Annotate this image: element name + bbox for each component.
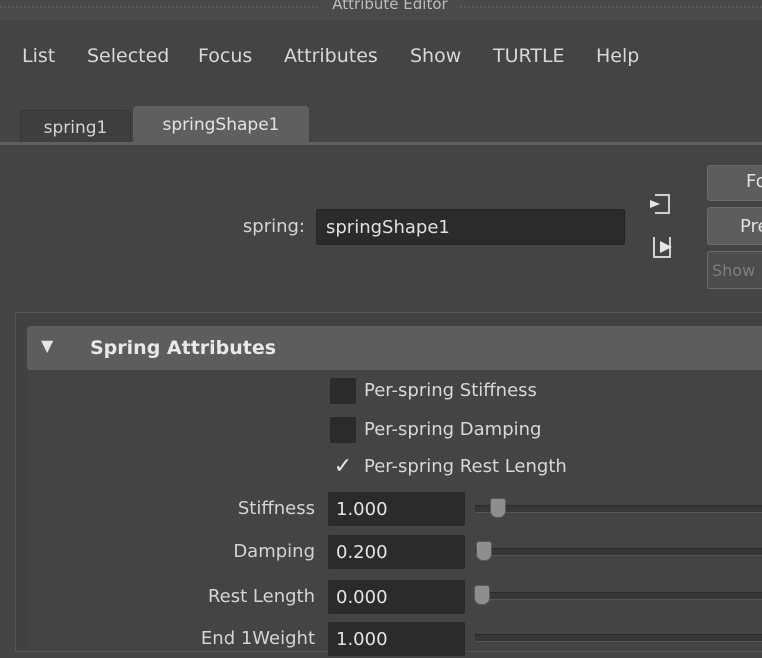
menu-turtle[interactable]: TURTLE (493, 41, 565, 71)
per-spring-damping-checkbox[interactable] (330, 417, 356, 443)
menu-show[interactable]: Show (410, 41, 461, 71)
menu-focus[interactable]: Focus (198, 41, 252, 71)
select-node-icon[interactable] (647, 192, 675, 216)
damping-field[interactable]: 0.200 (328, 535, 465, 569)
rest-length-slider-track[interactable] (475, 592, 762, 600)
damping-label: Damping (233, 541, 315, 562)
presets-button[interactable]: Pre (707, 207, 762, 245)
menu-attributes[interactable]: Attributes (284, 41, 378, 71)
stiffness-slider-track[interactable] (475, 505, 762, 513)
end1-weight-field[interactable]: 1.000 (328, 622, 465, 656)
window-title: Attribute Editor (320, 0, 460, 12)
node-name-label: spring: (242, 216, 305, 237)
tab-springshape1[interactable]: springShape1 (133, 106, 309, 142)
per-spring-stiffness-label: Per-spring Stiffness (364, 380, 537, 401)
damping-slider-handle[interactable] (476, 541, 492, 561)
section-title[interactable]: Spring Attributes (90, 333, 276, 363)
menu-selected[interactable]: Selected (87, 41, 169, 71)
show-button: Show (707, 251, 762, 289)
stiffness-label: Stiffness (237, 498, 315, 519)
rest-length-slider-handle[interactable] (474, 585, 490, 605)
tab-spring1[interactable]: spring1 (20, 110, 131, 142)
per-spring-stiffness-checkbox[interactable] (330, 378, 356, 404)
copy-tab-icon[interactable] (650, 234, 678, 260)
stiffness-slider-handle[interactable] (490, 498, 506, 518)
per-spring-rest-length-label: Per-spring Rest Length (364, 456, 567, 477)
menu-list[interactable]: List (22, 41, 55, 71)
per-spring-damping-label: Per-spring Damping (364, 419, 542, 440)
tab-underline (0, 142, 762, 145)
rest-length-label: Rest Length (207, 586, 315, 607)
focus-button[interactable]: Fo (707, 165, 762, 201)
per-spring-rest-length-checkbox[interactable]: ✓ (330, 454, 356, 480)
end1-weight-slider-track[interactable] (475, 634, 762, 642)
stiffness-field[interactable]: 1.000 (328, 492, 465, 526)
end1-weight-label: End 1Weight (200, 628, 315, 649)
damping-slider-track[interactable] (475, 548, 762, 556)
node-name-field[interactable]: springShape1 (316, 209, 625, 245)
menu-help[interactable]: Help (596, 41, 639, 71)
rest-length-field[interactable]: 0.000 (328, 580, 465, 614)
collapse-arrow-icon[interactable]: ▼ (41, 338, 63, 354)
